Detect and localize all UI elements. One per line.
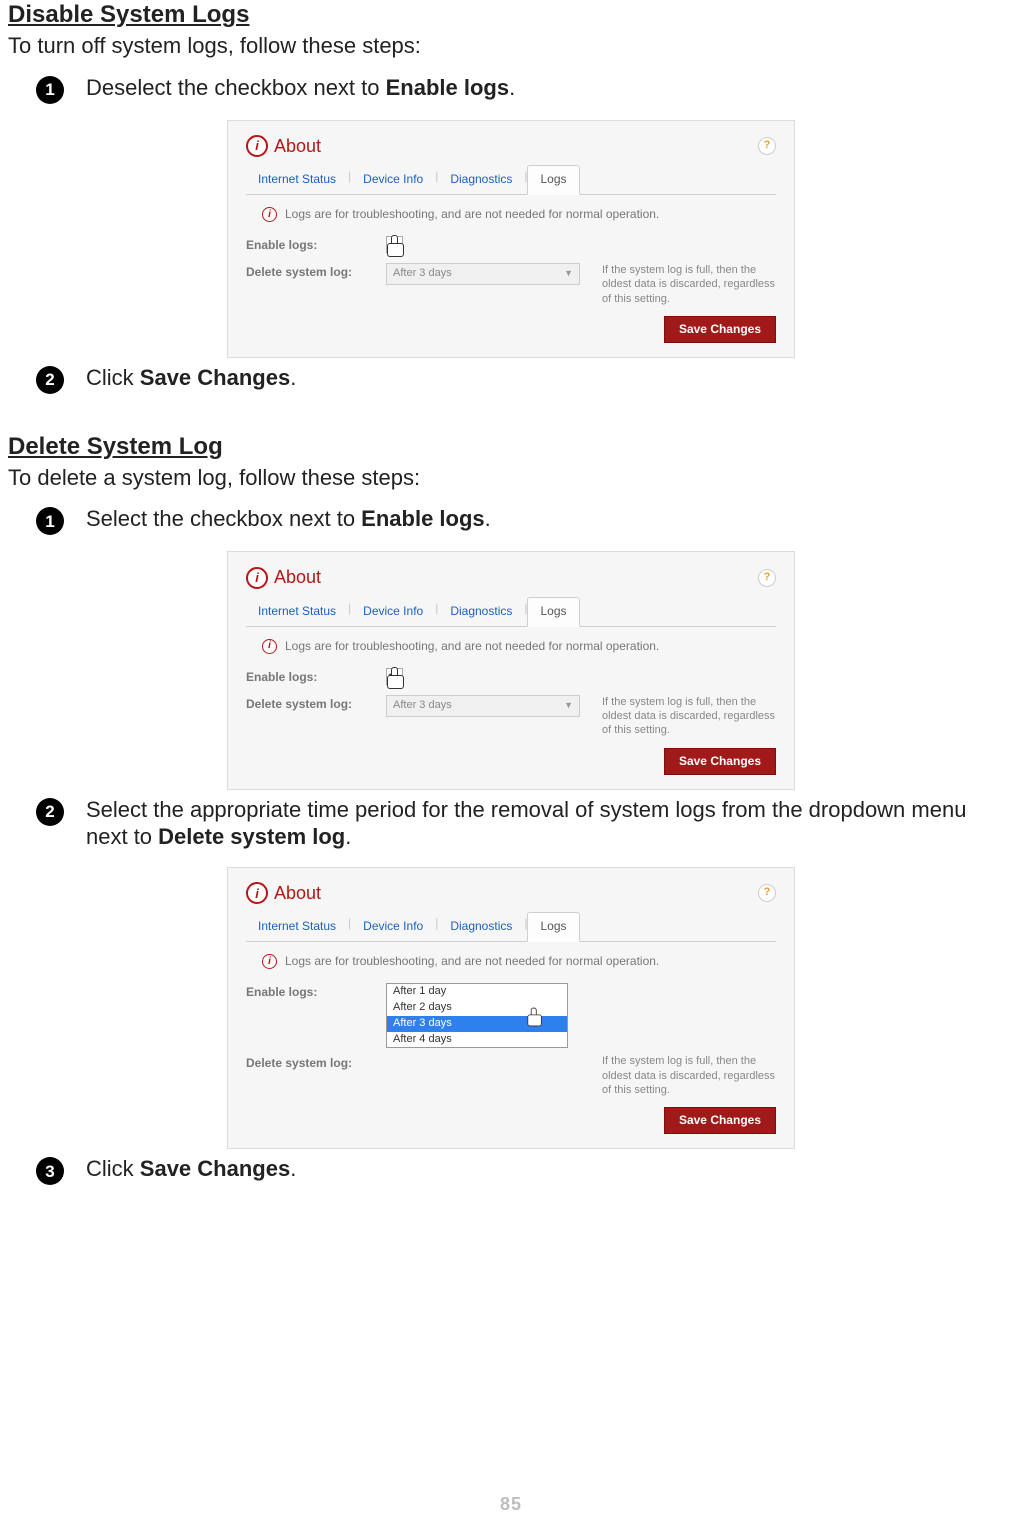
info-icon: i — [262, 954, 277, 969]
step-number-icon: 2 — [36, 366, 64, 394]
step-number-icon: 3 — [36, 1157, 64, 1185]
dropdown-option[interactable]: After 1 day — [387, 984, 567, 1000]
heading-disable-system-logs: Disable System Logs — [8, 0, 1014, 30]
delete-log-dropdown[interactable]: After 3 days ▼ — [386, 263, 580, 285]
tab-diagnostics[interactable]: Diagnostics — [438, 913, 524, 941]
step-number-icon: 2 — [36, 798, 64, 826]
delete-system-log-label: Delete system log: — [246, 1054, 386, 1071]
info-banner: i Logs are for troubleshooting, and are … — [262, 954, 776, 969]
chevron-down-icon: ▼ — [564, 268, 573, 279]
step-number-icon: 1 — [36, 507, 64, 535]
save-changes-button[interactable]: Save Changes — [664, 316, 776, 343]
step-text: Click Save Changes. — [86, 364, 1014, 392]
panel-title: i About — [246, 882, 321, 905]
step-text: Select the appropriate time period for t… — [86, 796, 1014, 851]
tab-device-info[interactable]: Device Info — [351, 598, 435, 626]
disable-step-1: 1 Deselect the checkbox next to Enable l… — [8, 74, 1014, 104]
step-number-icon: 1 — [36, 76, 64, 104]
about-panel-screenshot-1: i About ? Internet Status| Device Info| … — [227, 120, 795, 358]
about-panel-screenshot-3: i About ? Internet Status| Device Info| … — [227, 867, 795, 1149]
tab-diagnostics[interactable]: Diagnostics — [438, 598, 524, 626]
save-changes-button[interactable]: Save Changes — [664, 748, 776, 775]
page-number: 85 — [0, 1493, 1022, 1516]
help-icon[interactable]: ? — [758, 884, 776, 902]
chevron-down-icon: ▼ — [564, 700, 573, 711]
delete-system-log-label: Delete system log: — [246, 263, 386, 280]
tab-device-info[interactable]: Device Info — [351, 166, 435, 194]
panel-title: i About — [246, 135, 321, 158]
tabs: Internet Status| Device Info| Diagnostic… — [246, 912, 776, 942]
tab-logs[interactable]: Logs — [527, 912, 579, 942]
tab-logs[interactable]: Logs — [527, 165, 579, 195]
dropdown-option[interactable]: After 4 days — [387, 1032, 567, 1048]
tabs: Internet Status| Device Info| Diagnostic… — [246, 165, 776, 195]
delete-log-dropdown-open[interactable]: After 1 day After 2 days After 3 days Af… — [386, 983, 568, 1048]
save-changes-button[interactable]: Save Changes — [664, 1107, 776, 1134]
tab-internet-status[interactable]: Internet Status — [246, 598, 348, 626]
delete-step-1: 1 Select the checkbox next to Enable log… — [8, 505, 1014, 535]
step-text: Select the checkbox next to Enable logs. — [86, 505, 1014, 533]
tabs: Internet Status| Device Info| Diagnostic… — [246, 597, 776, 627]
info-banner: i Logs are for troubleshooting, and are … — [262, 639, 776, 654]
disable-step-2: 2 Click Save Changes. — [8, 364, 1014, 394]
help-icon[interactable]: ? — [758, 569, 776, 587]
heading-delete-system-log: Delete System Log — [8, 432, 1014, 462]
enable-logs-label: Enable logs: — [246, 668, 386, 685]
delete-step-2: 2 Select the appropriate time period for… — [8, 796, 1014, 851]
delete-log-hint: If the system log is full, then the olde… — [586, 1054, 776, 1097]
info-icon: i — [262, 207, 277, 222]
delete-step-3: 3 Click Save Changes. — [8, 1155, 1014, 1185]
tab-diagnostics[interactable]: Diagnostics — [438, 166, 524, 194]
tab-internet-status[interactable]: Internet Status — [246, 166, 348, 194]
delete-system-log-label: Delete system log: — [246, 695, 386, 712]
help-icon[interactable]: ? — [758, 137, 776, 155]
about-panel-screenshot-2: i About ? Internet Status| Device Info| … — [227, 551, 795, 789]
cursor-icon — [527, 1008, 544, 1027]
tab-device-info[interactable]: Device Info — [351, 913, 435, 941]
intro-delete: To delete a system log, follow these ste… — [8, 464, 1014, 492]
delete-log-dropdown[interactable]: After 3 days ▼ — [386, 695, 580, 717]
info-banner: i Logs are for troubleshooting, and are … — [262, 207, 776, 222]
info-icon: i — [246, 882, 268, 904]
tab-logs[interactable]: Logs — [527, 597, 579, 627]
info-icon: i — [262, 639, 277, 654]
delete-log-hint: If the system log is full, then the olde… — [586, 695, 776, 738]
step-text: Deselect the checkbox next to Enable log… — [86, 74, 1014, 102]
info-icon: i — [246, 135, 268, 157]
tab-internet-status[interactable]: Internet Status — [246, 913, 348, 941]
enable-logs-label: Enable logs: — [246, 983, 386, 1000]
step-text: Click Save Changes. — [86, 1155, 1014, 1183]
delete-log-hint: If the system log is full, then the olde… — [586, 263, 776, 306]
enable-logs-label: Enable logs: — [246, 236, 386, 253]
intro-disable: To turn off system logs, follow these st… — [8, 32, 1014, 60]
panel-title: i About — [246, 566, 321, 589]
info-icon: i — [246, 567, 268, 589]
